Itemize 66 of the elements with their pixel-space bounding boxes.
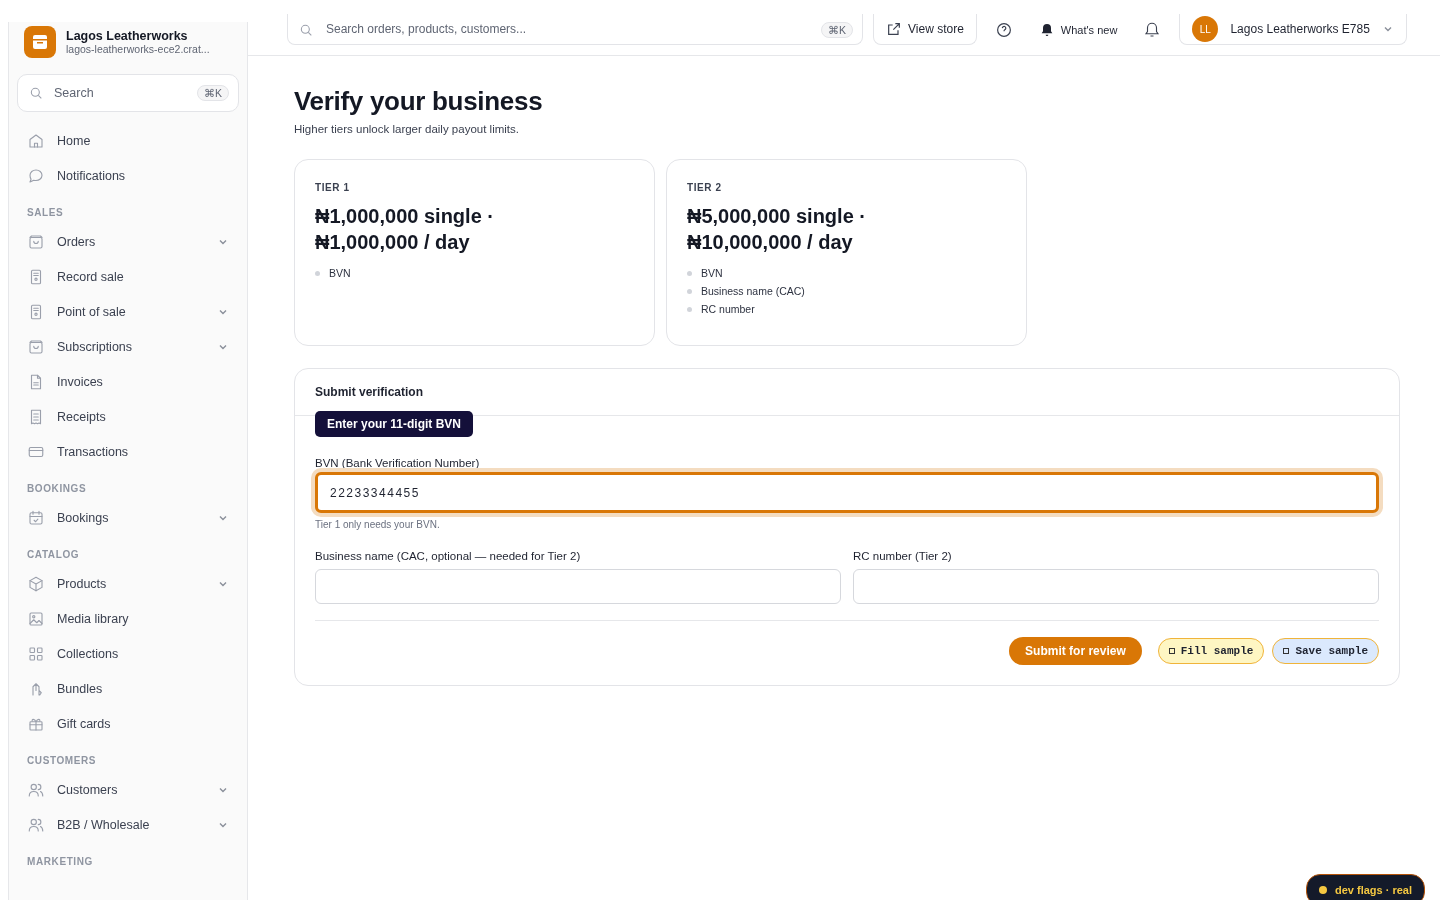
sidebar-item[interactable]: Gift cards: [17, 706, 239, 741]
section-heading: CATALOG: [26, 548, 81, 562]
sidebar-item[interactable]: Collections: [17, 636, 239, 671]
section-heading: SALES: [26, 206, 65, 220]
field-label: BVN (Bank Verification Number): [315, 457, 481, 469]
requirement-text: BVN: [701, 267, 723, 279]
bullet-icon: [687, 288, 692, 294]
input-field[interactable]: [853, 569, 1379, 604]
section-heading: MARKETING: [26, 855, 94, 869]
tier-limit: ₦5,000,000 single · ₦10,000,000 / day: [687, 204, 867, 255]
section-heading: CUSTOMERS: [26, 754, 98, 768]
bag-icon: [27, 337, 45, 356]
field-label: RC number (Tier 2): [853, 550, 953, 562]
store-domain: lagos-leatherworks-ece2.crat...: [66, 43, 210, 55]
card-title: Submit verification: [315, 385, 424, 399]
calendar-icon: [27, 508, 45, 527]
chat-bubble-icon: [27, 166, 45, 185]
requirement-text: BVN: [329, 267, 351, 279]
sample-button[interactable]: Fill sample: [1157, 638, 1265, 664]
requirement-text: Business name (CAC): [701, 285, 805, 297]
tier-label: TIER 1: [315, 182, 351, 193]
external-link-icon: [886, 21, 902, 37]
view-store-button[interactable]: View store: [873, 14, 977, 45]
sample-button[interactable]: Save sample: [1272, 638, 1379, 664]
sidebar-item[interactable]: Customers: [17, 772, 239, 807]
image-icon: [27, 609, 45, 628]
sidebar-item[interactable]: B2B / Wholesale: [17, 807, 239, 842]
tier-limit: ₦1,000,000 single · ₦1,000,000 / day: [315, 204, 495, 255]
sidebar-item[interactable]: Invoices: [17, 364, 239, 399]
sidebar-item[interactable]: Receipts: [17, 399, 239, 434]
cube-icon: [27, 574, 45, 593]
store-logo-icon: [24, 26, 56, 58]
whats-new-button[interactable]: What's new: [1030, 14, 1126, 45]
sidebar-item[interactable]: Point of sale: [17, 294, 239, 329]
page-title: Verify your business: [294, 86, 544, 117]
input-field[interactable]: [315, 569, 841, 604]
search-icon: [28, 85, 44, 101]
bvn-input[interactable]: 22233344455: [315, 472, 1379, 513]
help-icon: [994, 20, 1013, 39]
field-hint: Tier 1 only needs your BVN.: [315, 519, 441, 530]
store-name: Lagos Leatherworks: [66, 29, 189, 43]
sidebar-item[interactable]: Media library: [17, 601, 239, 636]
bullet-icon: [687, 306, 692, 312]
sidebar-item[interactable]: Home: [17, 123, 239, 158]
sidebar-item[interactable]: Bookings: [17, 500, 239, 535]
sidebar-item[interactable]: Bundles: [17, 671, 239, 706]
tier-label: TIER 2: [687, 182, 723, 193]
grid-icon: [27, 644, 45, 663]
bell-icon: [1143, 20, 1162, 39]
bullet-icon: [687, 270, 692, 276]
sidebar-item[interactable]: Notifications: [17, 158, 239, 193]
field-label: Business name (CAC, optional — needed for Tier 2): [315, 550, 582, 562]
section-heading: BOOKINGS: [26, 482, 88, 496]
bag-icon: [27, 232, 45, 251]
requirement-text: RC number: [701, 303, 755, 315]
account-menu[interactable]: LL Lagos Leatherworks E785: [1179, 14, 1407, 45]
sidebar-item[interactable]: Orders: [17, 224, 239, 259]
sidebar-item[interactable]: Subscriptions: [17, 329, 239, 364]
page-subtitle: Higher tiers unlock larger daily payout limits.: [294, 123, 520, 135]
sidebar-item[interactable]: Products: [17, 566, 239, 601]
avatar: LL: [1192, 16, 1219, 42]
tooltip: Enter your 11-digit BVN: [315, 411, 474, 437]
dev-flags-badge[interactable]: dev flags · real: [1305, 874, 1425, 900]
sidebar-item[interactable]: Transactions: [17, 434, 239, 469]
bullet-icon: [315, 270, 320, 276]
sidebar-item[interactable]: Record sale: [17, 259, 239, 294]
